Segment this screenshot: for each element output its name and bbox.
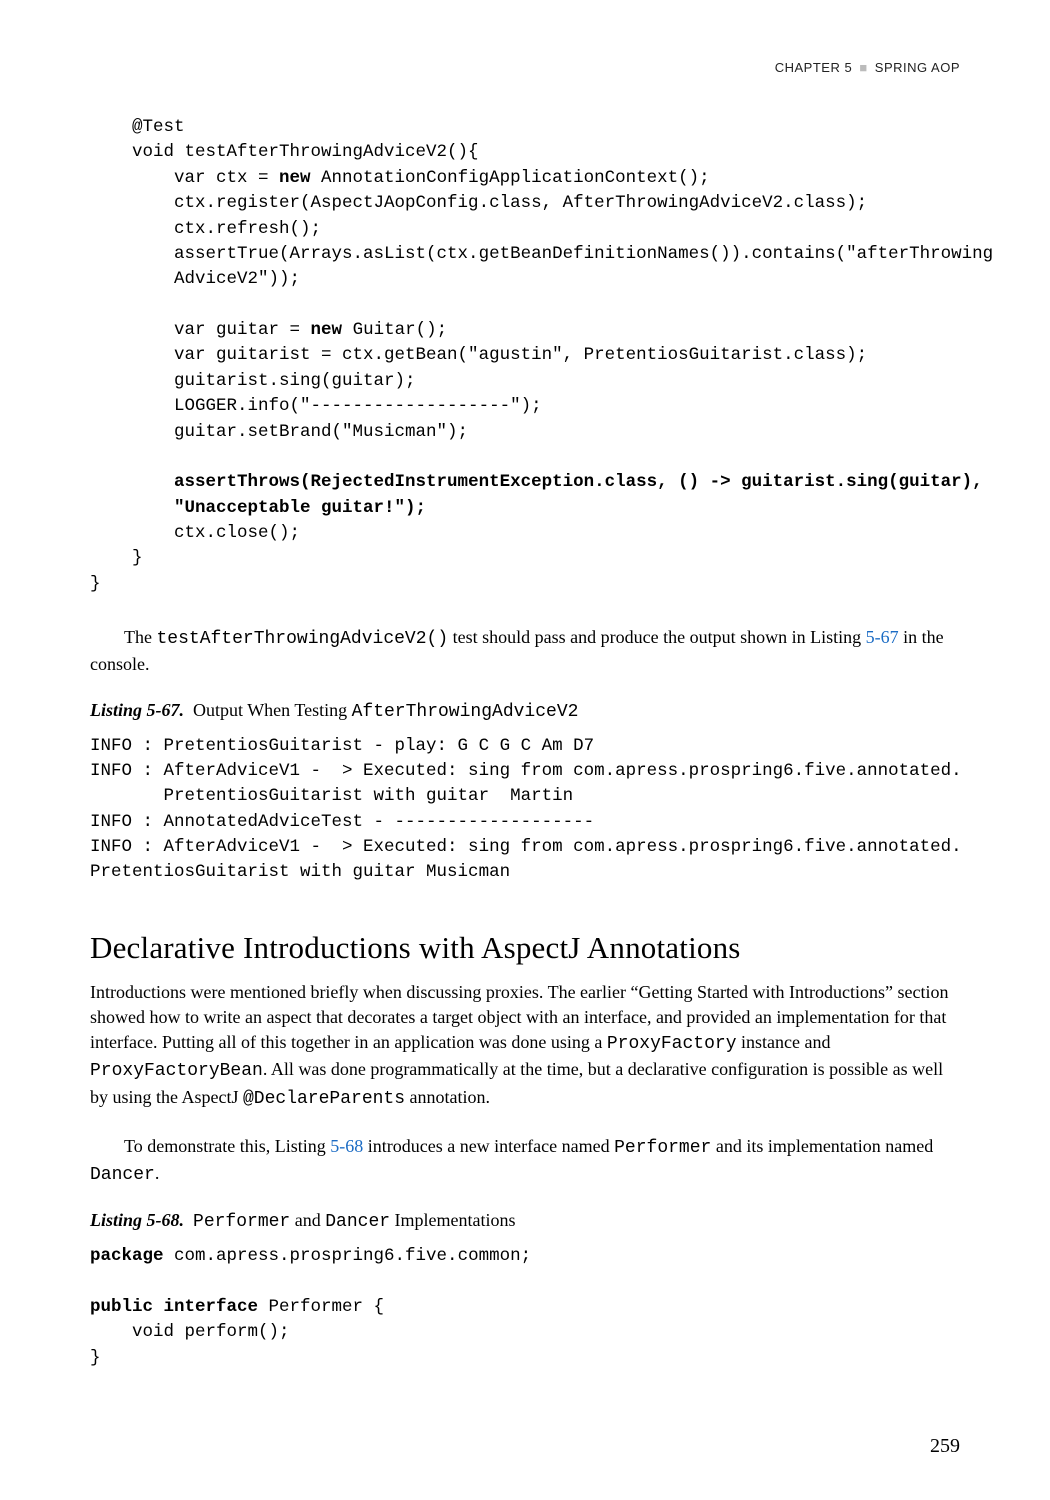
inline-code: testAfterThrowingAdviceV2()	[156, 629, 448, 649]
listing-xref-link[interactable]: 5-67	[866, 627, 899, 647]
code-block-interface: package com.apress.prospring6.five.commo…	[90, 1244, 960, 1371]
chapter-title: SPRING AOP	[875, 60, 960, 75]
chapter-label: CHAPTER 5	[775, 60, 852, 75]
inline-code: ProxyFactory	[607, 1034, 737, 1054]
inline-code: Dancer	[325, 1212, 390, 1232]
inline-code: Performer	[193, 1212, 290, 1232]
inline-code: ProxyFactoryBean	[90, 1061, 263, 1081]
inline-code: @DeclareParents	[243, 1089, 405, 1109]
page-number: 259	[930, 1435, 960, 1458]
body-paragraph: The testAfterThrowingAdviceV2() test sho…	[90, 625, 960, 677]
listing-xref-link[interactable]: 5-68	[330, 1136, 363, 1156]
inline-code: Performer	[614, 1138, 711, 1158]
code-block-output: INFO : PretentiosGuitarist - play: G C G…	[90, 734, 960, 886]
running-header: CHAPTER 5 ■ SPRING AOP	[90, 60, 960, 75]
inline-code: Dancer	[90, 1165, 155, 1185]
body-paragraph: To demonstrate this, Listing 5-68 introd…	[90, 1134, 960, 1188]
separator-icon: ■	[859, 60, 867, 75]
code-block-test: @Test void testAfterThrowingAdviceV2(){ …	[90, 115, 960, 597]
inline-code: AfterThrowingAdviceV2	[352, 702, 579, 722]
section-heading: Declarative Introductions with AspectJ A…	[90, 930, 960, 966]
listing-label: Listing 5-67. Output When Testing AfterT…	[90, 700, 960, 722]
listing-label: Listing 5-68. Performer and Dancer Imple…	[90, 1210, 960, 1232]
body-paragraph: Introductions were mentioned briefly whe…	[90, 980, 960, 1112]
